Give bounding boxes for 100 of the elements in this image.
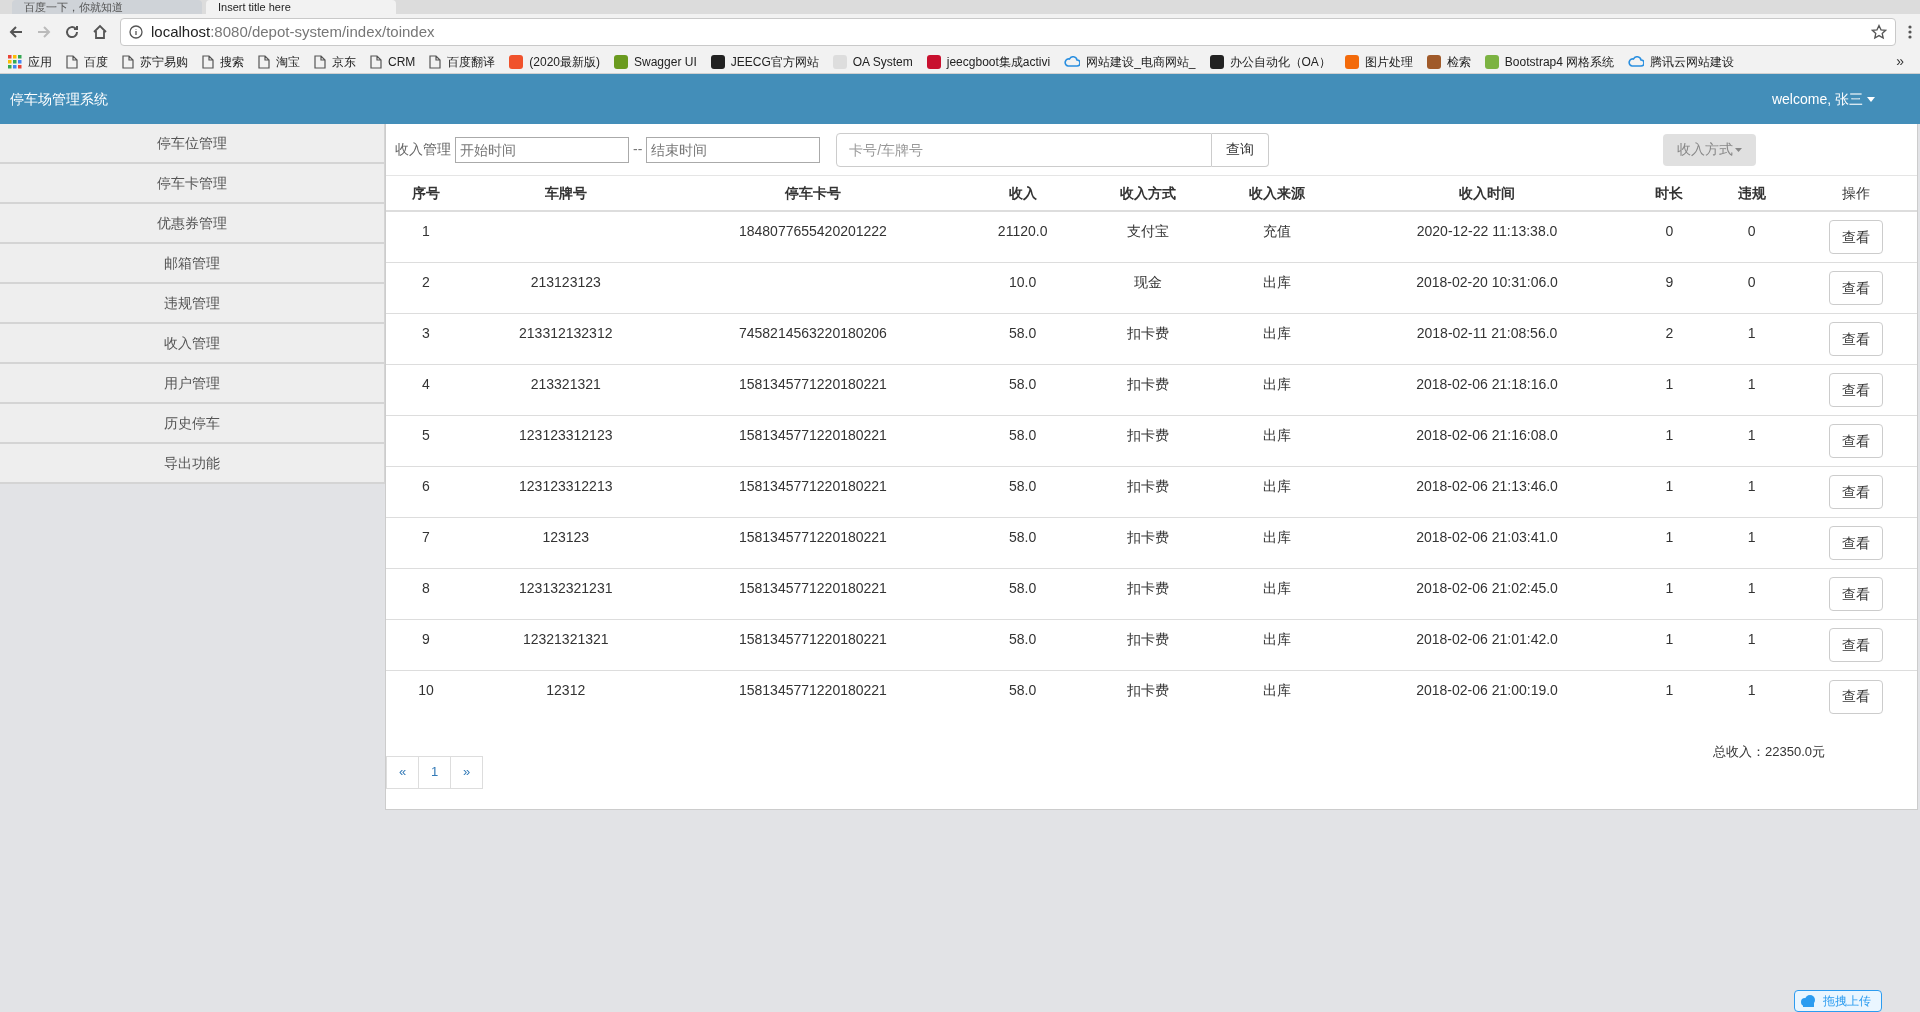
browser-tab[interactable]: Insert title here — [206, 0, 396, 14]
view-button[interactable]: 查看 — [1828, 373, 1883, 407]
table-cell-text: 1 — [1747, 579, 1756, 598]
sidebar-item[interactable]: 历史停车 — [0, 404, 385, 444]
view-button[interactable]: 查看 — [1828, 424, 1883, 458]
caret-icon — [1867, 96, 1875, 102]
browser-tab[interactable]: 百度一下，你就知道 — [12, 0, 202, 14]
table-cell-text: 9 — [422, 630, 430, 649]
pagination-link[interactable]: » — [450, 755, 483, 789]
table-cell-text: 1581345771220180221 — [738, 630, 887, 649]
page-icon — [66, 54, 78, 69]
bookmark-link[interactable]: 腾讯云网站建设 — [1650, 52, 1735, 71]
column-header: 车牌号 — [544, 183, 587, 203]
table-cell-text: 58.0 — [1009, 630, 1037, 649]
bookmark-link[interactable]: CRM — [388, 52, 416, 71]
table-cell-text: 1 — [1747, 681, 1756, 700]
page-icon — [370, 54, 382, 69]
table-cell-text: 1581345771220180221 — [738, 681, 887, 700]
table-cell-text: 0 — [1747, 222, 1756, 241]
bookmark-link[interactable]: (2020最新版) — [529, 52, 600, 71]
table-cell-text: 2020-12-22 11:13:38.0 — [1416, 222, 1558, 241]
view-button[interactable]: 查看 — [1828, 271, 1883, 305]
view-button[interactable]: 查看 — [1828, 577, 1883, 611]
apps-grid-icon — [8, 54, 22, 69]
view-button[interactable]: 查看 — [1828, 475, 1883, 509]
range-separator: -- — [633, 140, 643, 159]
table-cell-text: 扣卡费 — [1126, 630, 1169, 649]
table-cell-text: 5 — [422, 426, 430, 445]
table-cell-text: 出库 — [1263, 477, 1292, 496]
table-cell-text: 扣卡费 — [1126, 375, 1169, 394]
bookmark-link[interactable]: 苏宁易购 — [140, 52, 188, 71]
table-cell-text: 1 — [1747, 528, 1756, 547]
end-time-field[interactable]: 结束时间 — [646, 136, 821, 163]
table-cell-text: 1 — [422, 222, 430, 241]
table-cell-text: 12321321321 — [522, 630, 609, 649]
table-cell-text: 213321321 — [530, 375, 601, 394]
start-time-field[interactable]: 开始时间 — [455, 136, 629, 163]
column-header: 收入来源 — [1249, 183, 1306, 203]
star-icon[interactable] — [1871, 24, 1887, 40]
bookmark-link[interactable]: 搜索 — [220, 52, 244, 71]
table-cell-text: 123123312213 — [519, 477, 613, 496]
user-menu[interactable]: welcome, 张三 — [1771, 88, 1875, 110]
bookmark-link[interactable]: 应用 — [28, 52, 52, 71]
sidebar-item[interactable]: 用户管理 — [0, 364, 385, 404]
bookmark-link[interactable]: 京东 — [332, 52, 356, 71]
view-button[interactable]: 查看 — [1828, 322, 1883, 356]
bookmark-link[interactable]: 淘宝 — [276, 52, 300, 71]
back-icon[interactable] — [8, 24, 24, 40]
view-button[interactable]: 查看 — [1828, 220, 1883, 254]
table-cell-text: 3 — [422, 324, 430, 343]
bookmark-link[interactable]: 办公自动化（OA） — [1229, 52, 1331, 71]
sidebar-item[interactable]: 邮箱管理 — [0, 244, 385, 284]
bookmark-link[interactable]: 检索 — [1446, 52, 1471, 71]
bookmark-link[interactable]: 网站建设_电商网站_ — [1086, 52, 1196, 71]
bookmark-link[interactable]: 图片处理 — [1364, 52, 1413, 71]
app-title[interactable]: 停车场管理系统 — [10, 88, 108, 110]
table-cell-text: 1 — [1665, 579, 1674, 598]
bookmark-link[interactable]: jeecgboot集成activi — [946, 52, 1051, 71]
menu-icon[interactable] — [1908, 24, 1912, 40]
sidebar-item[interactable]: 导出功能 — [0, 444, 385, 484]
sidebar-item[interactable]: 优惠券管理 — [0, 204, 385, 244]
table-cell-text: 出库 — [1263, 681, 1292, 700]
pagination-link[interactable]: « — [386, 755, 419, 789]
table-cell-text: 58.0 — [1009, 528, 1037, 547]
table-cell-text: 2018-02-06 21:00:19.0 — [1416, 681, 1558, 700]
column-header: 操作 — [1841, 183, 1870, 203]
bookmark-link[interactable]: OA System — [852, 52, 913, 71]
table-cell-text: 1 — [1665, 477, 1674, 496]
view-button[interactable]: 查看 — [1828, 526, 1883, 560]
pagination-link[interactable]: 1 — [418, 755, 451, 789]
search-button[interactable]: 查询 — [1212, 132, 1270, 167]
view-button[interactable]: 查看 — [1828, 679, 1883, 714]
search-field[interactable]: 卡号/车牌号 — [836, 132, 1213, 167]
table-cell-text: 1 — [1747, 375, 1756, 394]
table-cell-text: 1 — [1665, 528, 1674, 547]
sidebar-item[interactable]: 违规管理 — [0, 284, 385, 324]
bookmark-link[interactable]: 百度 — [84, 52, 108, 71]
table-cell-text: 7458214563220180206 — [738, 324, 887, 343]
sidebar-item[interactable]: 停车位管理 — [0, 124, 385, 164]
view-button[interactable]: 查看 — [1828, 628, 1883, 662]
table-cell-text: 出库 — [1263, 426, 1292, 445]
home-icon[interactable] — [92, 24, 108, 40]
column-header: 违规 — [1737, 183, 1766, 203]
table-cell-text: 充值 — [1263, 222, 1292, 241]
table-cell-text: 2018-02-20 10:31:06.0 — [1416, 273, 1558, 292]
sidebar-item[interactable]: 停车卡管理 — [0, 164, 385, 204]
reload-icon[interactable] — [64, 24, 80, 40]
bookmark-link[interactable]: 百度翻译 — [447, 52, 496, 71]
table-cell-text: 2018-02-06 21:13:46.0 — [1416, 477, 1558, 496]
bookmark-link[interactable]: Bootstrap4 网格系统 — [1504, 52, 1615, 71]
table-cell-text: 出库 — [1263, 273, 1292, 292]
table-cell-text: 21120.0 — [997, 222, 1048, 241]
bookmark-link[interactable]: JEECG官方网站 — [730, 52, 819, 71]
table-cell-text: 1 — [1665, 426, 1674, 445]
caret-icon — [1735, 147, 1742, 152]
sidebar-item[interactable]: 收入管理 — [0, 324, 385, 364]
bookmark-link[interactable]: Swagger UI — [634, 52, 697, 71]
table-cell-text: 1 — [1747, 477, 1756, 496]
more-bookmarks-button[interactable]: » — [1896, 51, 1912, 72]
address-field[interactable]: localhost:8080/depot-system/index/toindex — [120, 18, 1896, 46]
